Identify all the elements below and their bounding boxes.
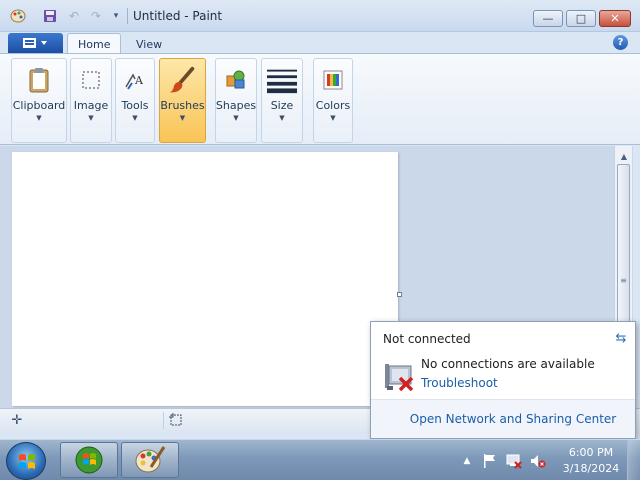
cursor-position-icon: ✛ [11, 412, 23, 428]
ribbon-tab-bar: Home View ? [0, 32, 640, 55]
size-group[interactable]: Size ▼ [261, 58, 303, 143]
network-flyout: Not connected ⇆ No connections are avail… [370, 321, 636, 439]
troubleshoot-link[interactable]: Troubleshoot [421, 376, 498, 390]
clock[interactable]: 6:00 PM 3/18/2024 [560, 445, 622, 477]
tab-home-label: Home [78, 38, 111, 51]
colors-group[interactable]: Colors ▼ [313, 58, 353, 143]
redo-icon[interactable]: ↷ [88, 9, 104, 23]
close-button[interactable]: ✕ [599, 10, 631, 27]
window-title: Untitled - Paint [133, 9, 223, 23]
tab-home[interactable]: Home [67, 33, 122, 55]
show-desktop-button[interactable] [627, 440, 640, 480]
chevron-down-icon: ▼ [132, 114, 138, 122]
image-label: Image [73, 99, 109, 112]
network-disconnected-icon [383, 358, 415, 392]
clock-time: 6:00 PM [568, 446, 614, 459]
title-separator [127, 8, 128, 24]
minimize-button[interactable]: — [533, 10, 563, 27]
taskbar: ▲ 6:00 PM 3/18/2024 [0, 439, 640, 480]
tab-view[interactable]: View [126, 33, 172, 55]
resize-handle-right[interactable] [397, 292, 402, 297]
save-icon[interactable] [42, 9, 58, 23]
maximize-button[interactable]: □ [566, 10, 596, 27]
paint-app-icon[interactable] [10, 9, 26, 23]
action-center-flag-icon[interactable] [482, 453, 498, 469]
minimize-icon: — [542, 12, 554, 25]
network-status-icon[interactable] [506, 453, 522, 469]
paint-palette-icon [135, 446, 166, 473]
chevron-down-icon: ▼ [330, 114, 336, 122]
undo-icon[interactable]: ↶ [66, 9, 82, 23]
chevron-down-icon: ▼ [88, 114, 94, 122]
brushes-group[interactable]: Brushes ▼ [159, 58, 206, 143]
tab-view-label: View [136, 37, 163, 51]
colors-label: Colors [315, 99, 351, 112]
help-icon[interactable]: ? [613, 35, 628, 50]
flyout-title: Not connected [383, 332, 471, 346]
media-player-icon [75, 446, 103, 474]
status-separator [163, 412, 164, 429]
taskbar-windows-media-player[interactable] [60, 442, 118, 478]
image-group[interactable]: Image ▼ [70, 58, 112, 143]
shapes-icon [221, 65, 251, 95]
chevron-down-icon: ▼ [233, 114, 239, 122]
title-bar: ↶ ↷ ▾ Untitled - Paint — □ ✕ [0, 0, 640, 32]
chevron-down-icon: ▼ [279, 114, 285, 122]
volume-muted-icon[interactable] [530, 453, 546, 469]
brush-icon [168, 65, 198, 95]
no-connections-message: No connections are available [421, 357, 595, 371]
size-label: Size [270, 99, 294, 112]
shapes-group[interactable]: Shapes ▼ [215, 58, 257, 143]
size-lines-icon [267, 65, 297, 95]
chevron-down-icon: ▼ [36, 114, 42, 122]
selection-size-icon [168, 412, 184, 428]
start-button[interactable] [6, 442, 46, 480]
maximize-icon: □ [575, 12, 587, 25]
show-hidden-icons-icon[interactable]: ▲ [459, 453, 475, 469]
windows-logo-icon [19, 454, 35, 469]
shapes-label: Shapes [215, 99, 257, 112]
clipboard-group[interactable]: Clipboard ▼ [11, 58, 67, 143]
drawing-canvas[interactable] [12, 152, 398, 406]
clipboard-label: Clipboard [12, 99, 66, 112]
scroll-up-icon[interactable]: ▲ [615, 148, 633, 164]
tools-icon: A [120, 65, 150, 95]
svg-text:A: A [134, 74, 144, 87]
color-palette-icon [318, 65, 348, 95]
tools-label: Tools [121, 99, 149, 112]
network-sharing-center-link[interactable]: Open Network and Sharing Center [410, 412, 616, 426]
refresh-icon[interactable]: ⇆ [613, 330, 629, 346]
taskbar-paint[interactable] [121, 442, 179, 478]
tools-group[interactable]: A Tools ▼ [115, 58, 155, 143]
ribbon-home: Clipboard ▼ Image ▼ A Tools ▼ Brushes ▼ … [0, 53, 640, 145]
chevron-down-icon: ▼ [179, 114, 186, 122]
menu-icon [22, 38, 47, 48]
brushes-label: Brushes [160, 99, 205, 112]
paint-menu-button[interactable] [8, 33, 63, 53]
clock-date: 3/18/2024 [562, 462, 620, 475]
flyout-footer: Open Network and Sharing Center [371, 399, 635, 438]
clipboard-icon [24, 65, 54, 95]
customize-qat-icon[interactable]: ▾ [108, 9, 124, 23]
close-icon: ✕ [610, 12, 620, 25]
select-icon [76, 65, 106, 95]
